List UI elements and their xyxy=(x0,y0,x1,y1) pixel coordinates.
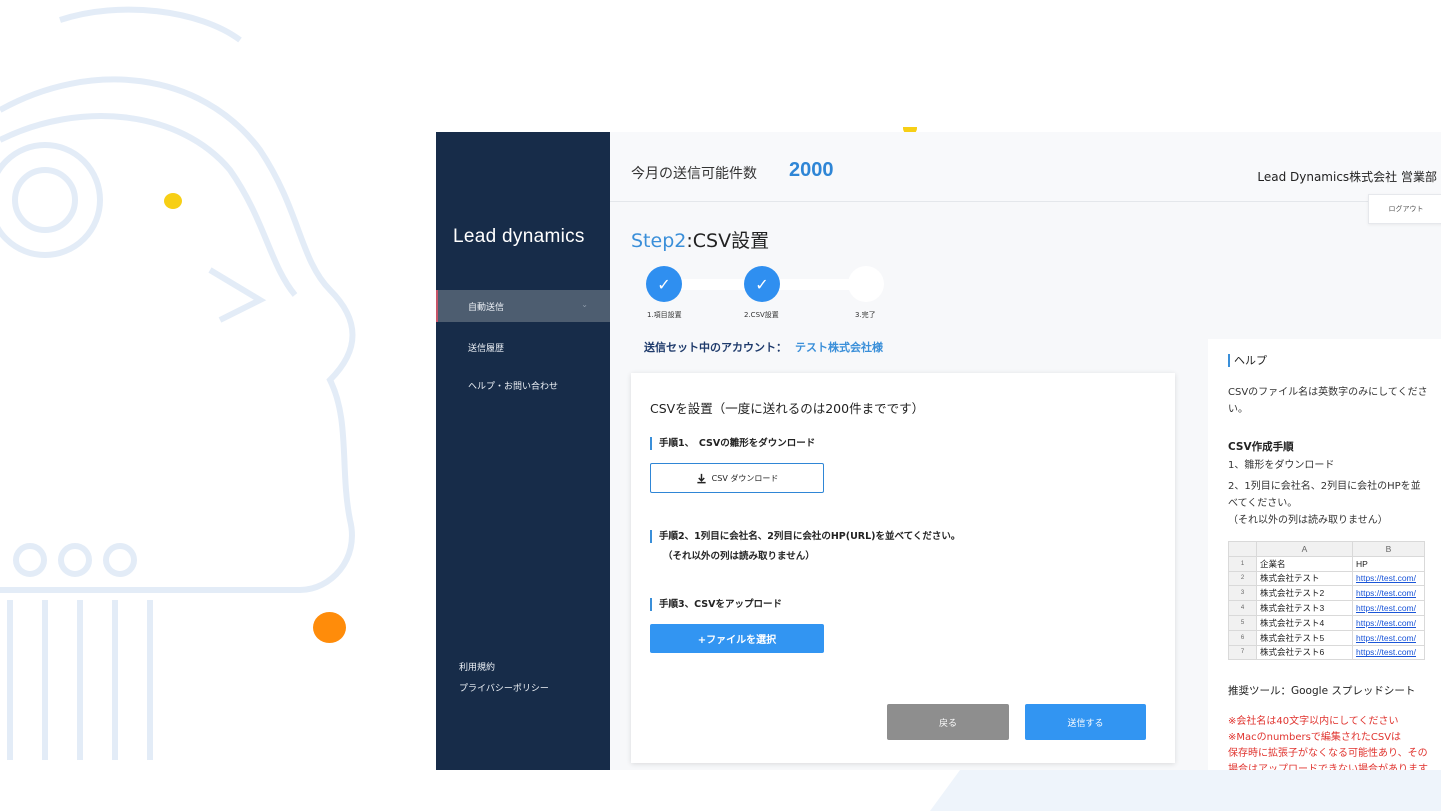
table-row: 2 株式会社テスト https://test.com/ xyxy=(1228,570,1425,587)
cell-company: 企業名 xyxy=(1256,555,1353,572)
step3-heading: 手順3、CSVをアップロード xyxy=(650,598,782,611)
sidebar-item-history[interactable]: 送信履歴 xyxy=(436,331,610,363)
step-2-indicator: ✓ xyxy=(744,266,780,302)
app-window: Lead dynamics 自動送信 ⌄ 送信履歴 ヘルプ・お問い合わせ 利用規… xyxy=(436,132,1441,770)
step2-note: （それ以外の列は読み取りません） xyxy=(663,551,815,562)
background-illustration xyxy=(0,6,356,760)
send-quota-label: 今月の送信可能件数 xyxy=(631,166,757,182)
table-row: 7 株式会社テスト6 https://test.com/ xyxy=(1228,644,1425,661)
warning-1: ※会社名は40文字以内にしてください xyxy=(1228,716,1399,727)
help-title: ヘルプ xyxy=(1228,354,1267,367)
step2-heading: 手順2、1列目に会社名、2列目に会社のHP(URL)を並べてください。 xyxy=(650,530,960,543)
cell-company: 株式会社テスト xyxy=(1256,570,1353,587)
cell-hp: https://test.com/ xyxy=(1352,644,1425,661)
card-title: CSVを設置（一度に送れるのは200件までです） xyxy=(650,401,925,416)
row-number: 4 xyxy=(1228,600,1257,616)
howto-step-1: 1、雛形をダウンロード xyxy=(1228,460,1335,471)
sidebar: Lead dynamics 自動送信 ⌄ 送信履歴 ヘルプ・お問い合わせ 利用規… xyxy=(436,132,610,770)
step-1-indicator: ✓ xyxy=(646,266,682,302)
download-icon xyxy=(697,473,706,483)
cell-hp: https://test.com/ xyxy=(1352,585,1425,602)
account-info: 送信セット中のアカウント： テスト株式会社様 xyxy=(644,339,883,355)
sidebar-item-label: 自動送信 xyxy=(468,302,505,313)
download-label: CSV ダウンロード xyxy=(711,473,779,483)
cell-company: 株式会社テスト6 xyxy=(1256,644,1353,661)
decorative-dot-yellow xyxy=(164,193,182,209)
warning-2: ※Macのnumbersで編集されたCSVは xyxy=(1228,732,1402,743)
table-row: 3 株式会社テスト2 https://test.com/ xyxy=(1228,585,1425,602)
cell-hp: https://test.com/ xyxy=(1352,570,1425,587)
step-name: :CSV設置 xyxy=(686,230,770,252)
decorative-dot-orange xyxy=(313,612,346,643)
cell-hp: HP xyxy=(1352,555,1425,572)
brand-logo: Lead dynamics xyxy=(453,226,585,247)
table-row: 5 株式会社テスト4 https://test.com/ xyxy=(1228,614,1425,631)
step-2-label: 2.CSV設置 xyxy=(744,311,779,319)
cell-hp: https://test.com/ xyxy=(1352,614,1425,631)
row-number: 2 xyxy=(1228,570,1257,587)
help-panel: ヘルプ CSVのファイル名は英数字のみにしてください。 CSV作成手順 1、雛形… xyxy=(1208,339,1441,770)
check-icon: ✓ xyxy=(755,274,769,294)
step-1-label: 1.項目設置 xyxy=(647,311,682,319)
step1-heading: 手順1、 CSVの雛形をダウンロード xyxy=(650,437,815,450)
sidebar-item-label: 送信履歴 xyxy=(468,343,505,354)
csv-download-button[interactable]: CSV ダウンロード xyxy=(650,463,824,493)
warning-3: 保存時に拡張子がなくなる可能性あり、その xyxy=(1228,748,1428,759)
table-row: 1 企業名 HP xyxy=(1228,555,1425,572)
header: 今月の送信可能件数 2000 Lead Dynamics株式会社 営業部 xyxy=(610,132,1441,202)
page-title: Step2:CSV設置 xyxy=(631,226,769,253)
chevron-down-icon: ⌄ xyxy=(581,300,588,309)
sheet-col-header: A xyxy=(1256,541,1353,557)
howto-step-2: 2、1列目に会社名、2列目に会社のHPを並べてください。 xyxy=(1228,481,1421,509)
cell-hp: https://test.com/ xyxy=(1352,600,1425,616)
sample-spreadsheet: A B 1 企業名 HP 2 株式会社テスト https://test.com/… xyxy=(1228,541,1425,661)
sidebar-item-help[interactable]: ヘルプ・お問い合わせ xyxy=(436,369,610,401)
row-number: 3 xyxy=(1228,585,1257,602)
sidebar-item-auto-send[interactable]: 自動送信 ⌄ xyxy=(436,290,610,322)
back-button[interactable]: 戻る xyxy=(887,704,1009,740)
step-3-indicator xyxy=(848,266,884,302)
cell-company: 株式会社テスト2 xyxy=(1256,585,1353,602)
file-select-button[interactable]: +ファイルを選択 xyxy=(650,624,824,653)
terms-link[interactable]: 利用規約 xyxy=(459,660,495,673)
company-name: Lead Dynamics株式会社 営業部 xyxy=(1257,170,1437,184)
sidebar-item-label: ヘルプ・お問い合わせ xyxy=(468,381,559,392)
row-number: 6 xyxy=(1228,629,1257,646)
step-number: Step2 xyxy=(631,230,687,252)
send-quota-value: 2000 xyxy=(789,159,834,181)
help-intro: CSVのファイル名は英数字のみにしてください。 xyxy=(1228,387,1428,415)
recommended-tool: 推奨ツール：Google スプレッドシート xyxy=(1228,685,1416,697)
howto-note: （それ以外の列は読み取りません） xyxy=(1228,515,1388,526)
cell-company: 株式会社テスト5 xyxy=(1256,629,1353,646)
cell-company: 株式会社テスト3 xyxy=(1256,600,1353,616)
row-number: 5 xyxy=(1228,614,1257,631)
row-number: 7 xyxy=(1228,644,1257,661)
howto-title: CSV作成手順 xyxy=(1228,441,1294,453)
account-label: 送信セット中のアカウント： xyxy=(644,341,787,354)
sheet-corner xyxy=(1228,541,1257,557)
cell-company: 株式会社テスト4 xyxy=(1256,614,1353,631)
account-name: テスト株式会社様 xyxy=(795,341,883,354)
sheet-col-header: B xyxy=(1352,541,1425,557)
privacy-policy-link[interactable]: プライバシーポリシー xyxy=(459,681,549,694)
check-icon: ✓ xyxy=(657,274,671,294)
table-row: 6 株式会社テスト5 https://test.com/ xyxy=(1228,629,1425,646)
table-row: 4 株式会社テスト3 https://test.com/ xyxy=(1228,600,1425,616)
row-number: 1 xyxy=(1228,555,1257,572)
warning-4: 場合はアップロードできない場合があります xyxy=(1228,764,1428,770)
cell-hp: https://test.com/ xyxy=(1352,629,1425,646)
background-band xyxy=(930,770,1441,811)
submit-button[interactable]: 送信する xyxy=(1025,704,1146,740)
step-3-label: 3.完了 xyxy=(855,311,876,319)
csv-upload-card: CSVを設置（一度に送れるのは200件までです） 手順1、 CSVの雛形をダウン… xyxy=(631,373,1175,763)
logout-button[interactable]: ログアウト xyxy=(1368,194,1441,224)
